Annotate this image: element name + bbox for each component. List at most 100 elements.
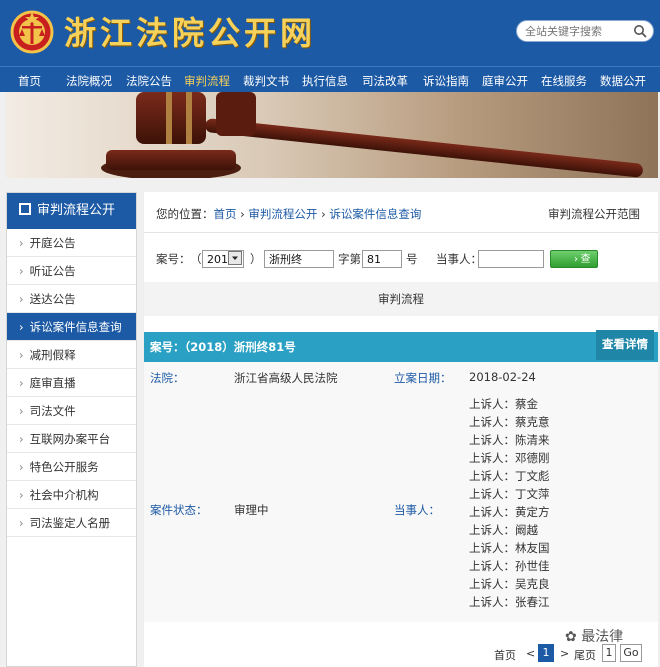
nav-hearing-open[interactable]: 庭审公开 (482, 73, 528, 89)
sidebar-item-judicial-docs[interactable]: › 司法文件 (7, 397, 136, 425)
bullet-icon: › (19, 320, 24, 334)
pager-last[interactable]: 尾页 (574, 647, 596, 663)
sidebar-item-label: 社会中介机构 (29, 488, 99, 502)
sidebar-item-label: 司法鉴定人名册 (29, 516, 111, 530)
filing-date-label: 立案日期： (394, 371, 452, 385)
nav-trial-process[interactable]: 审判流程 (184, 73, 230, 89)
party-item: 上诉人：黄定方 (469, 505, 550, 519)
bullet-icon: › (19, 404, 24, 418)
bullet-icon: › (19, 264, 24, 278)
pager-current[interactable]: 1 (538, 644, 554, 662)
pager-prev[interactable]: < (526, 647, 535, 660)
court-emblem-icon (10, 10, 54, 54)
search-box (516, 20, 654, 42)
case-header: 案号：（2018）浙刑终81号 (144, 332, 658, 362)
sidebar-item-label: 送达公告 (29, 292, 76, 306)
court-value: 浙江省高级人民法院 (234, 371, 338, 385)
sidebar-item-commutation[interactable]: › 减刑假释 (7, 341, 136, 369)
party-item: 上诉人：邓德刚 (469, 451, 550, 465)
query-button[interactable]: 查 询 › (550, 250, 598, 283)
gavel-image (101, 92, 643, 178)
sidebar: 审判流程公开 › 开庭公告 › 听证公告 › 送达公告 › 诉讼案件信息查询 › 减刑假释… (6, 192, 137, 667)
breadcrumb-home[interactable]: 首页 (214, 207, 237, 221)
court-code-input[interactable]: 浙刑终 (264, 250, 334, 268)
party-item: 上诉人：阚越 (469, 523, 538, 537)
bullet-icon: › (19, 516, 24, 530)
breadcrumb: 您的位置：首页 › 审判流程公开 › 诉讼案件信息查询 (156, 206, 421, 222)
party-item: 上诉人：蔡金 (469, 397, 538, 411)
search-icon[interactable] (633, 24, 647, 38)
chevron-down-icon[interactable] (228, 251, 242, 265)
sidebar-item-special-service[interactable]: › 特色公开服务 (7, 453, 136, 481)
party-item: 上诉人：蔡克意 (469, 415, 550, 429)
bullet-icon: › (19, 376, 24, 390)
sidebar-item-hearing-notice[interactable]: › 听证公告 (7, 257, 136, 285)
square-icon (19, 203, 31, 215)
nav-home[interactable]: 首页 (18, 73, 41, 89)
nav-data-open[interactable]: 数据公开 (600, 73, 646, 89)
party-item: 上诉人：张春江 (469, 595, 550, 609)
pager-next[interactable]: > (560, 647, 569, 660)
scope-link[interactable]: 审判流程公开范围 (548, 206, 640, 222)
char-label: 字第 (338, 252, 361, 266)
case-no-label: 案号： (156, 252, 191, 266)
party-item: 上诉人：陈清来 (469, 433, 550, 447)
filing-date-value: 2018-02-24 (469, 370, 536, 384)
nav-judgments[interactable]: 裁判文书 (243, 73, 289, 89)
site-title: 浙江法院公开网 (64, 14, 317, 52)
pager-first[interactable]: 首页 (494, 647, 516, 663)
nav-court-overview[interactable]: 法院概况 (66, 73, 112, 89)
bullet-icon: › (19, 348, 24, 362)
sidebar-item-live-trial[interactable]: › 庭审直播 (7, 369, 136, 397)
pager-go-button[interactable]: Go (620, 644, 642, 662)
divider (144, 232, 658, 233)
nav-court-notice[interactable]: 法院公告 (126, 73, 172, 89)
sidebar-item-court-notice[interactable]: › 开庭公告 (7, 229, 136, 257)
bullet-icon: › (19, 236, 24, 250)
bullet-icon: › (19, 292, 24, 306)
case-search-form: 案号： （ 201 ） 浙刑终 字第 81 号 当事人： 查 询 › (156, 250, 656, 283)
nav-enforcement[interactable]: 执行信息 (302, 73, 348, 89)
sidebar-item-label: 特色公开服务 (29, 460, 99, 474)
party-label: 当事人： (436, 252, 482, 266)
main-content: 您的位置：首页 › 审判流程公开 › 诉讼案件信息查询 审判流程公开范围 案号：… (144, 192, 658, 667)
bullet-icon: › (19, 460, 24, 474)
view-detail-button[interactable]: 查看详情 (596, 330, 654, 360)
case-details: 法院： 浙江省高级人民法院 立案日期： 2018-02-24 案件状态： 审理中… (144, 362, 658, 622)
search-input[interactable] (525, 24, 631, 39)
case-number-input[interactable]: 81 (362, 250, 402, 268)
pagination: 首页 < 1 > 尾页 1 Go (494, 644, 654, 664)
breadcrumb-prefix: 您的位置： (156, 207, 214, 221)
open-paren: （ (190, 252, 202, 266)
sidebar-item-label: 互联网办案平台 (29, 432, 111, 446)
nav-online-service[interactable]: 在线服务 (541, 73, 587, 89)
sidebar-item-label: 司法文件 (29, 404, 76, 418)
party-item: 上诉人：孙世佳 (469, 559, 550, 573)
sidebar-item-label: 诉讼案件信息查询 (29, 320, 122, 334)
year-select[interactable]: 201 (202, 250, 244, 268)
watermark: ✿ 最法律 (565, 626, 623, 646)
party-item: 上诉人：丁文彪 (469, 469, 550, 483)
party-item: 上诉人：吴克良 (469, 577, 550, 591)
breadcrumb-level1[interactable]: 审判流程公开 (248, 207, 317, 221)
bullet-icon: › (19, 432, 24, 446)
parties-label: 当事人： (394, 503, 440, 517)
breadcrumb-sep: › (240, 207, 245, 221)
sidebar-item-label: 听证公告 (29, 264, 76, 278)
nav-judicial-reform-label: 司法改革 (362, 74, 408, 88)
pager-goto-input[interactable]: 1 (602, 644, 616, 662)
breadcrumb-level2[interactable]: 诉讼案件信息查询 (329, 207, 421, 221)
party-item: 上诉人：丁文萍 (469, 487, 550, 501)
sidebar-item-intermediary[interactable]: › 社会中介机构 (7, 481, 136, 509)
wechat-icon: ✿ (565, 629, 582, 645)
section-title: 审判流程 (144, 282, 658, 316)
sidebar-item-service-notice[interactable]: › 送达公告 (7, 285, 136, 313)
sidebar-item-label: 减刑假释 (29, 348, 76, 362)
sidebar-item-appraiser-roster[interactable]: › 司法鉴定人名册 (7, 509, 136, 537)
party-input[interactable] (478, 250, 544, 268)
party-item: 上诉人：林友国 (469, 541, 550, 555)
close-paren: ） (250, 252, 262, 266)
sidebar-item-online-platform[interactable]: › 互联网办案平台 (7, 425, 136, 453)
sidebar-item-case-query[interactable]: › 诉讼案件信息查询 (7, 313, 136, 341)
nav-litigation-guide[interactable]: 诉讼指南 (423, 73, 469, 89)
